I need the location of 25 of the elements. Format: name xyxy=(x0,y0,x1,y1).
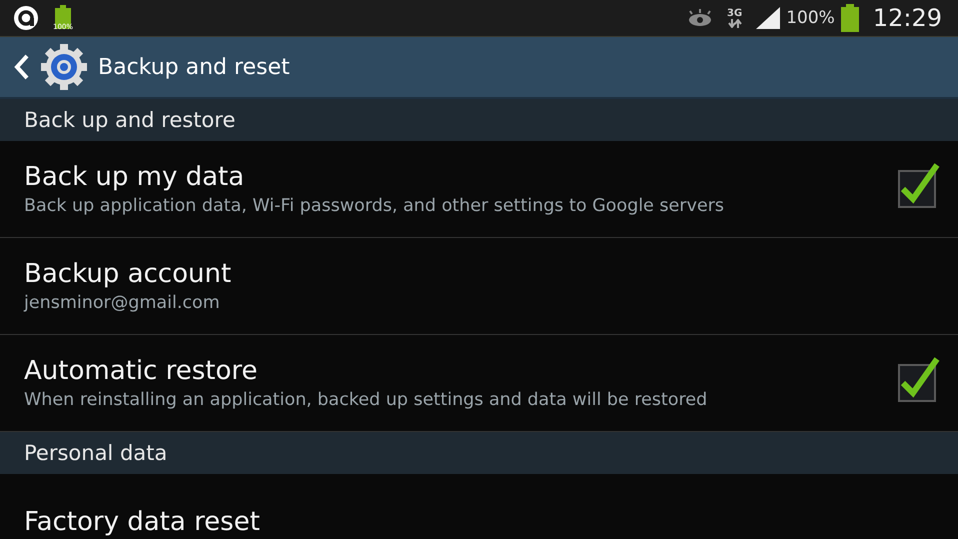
section-header: Personal data xyxy=(0,432,958,474)
gear-icon xyxy=(40,43,88,91)
setting-title: Backup account xyxy=(24,259,232,289)
settings-row[interactable]: Backup account jensminor@gmail.com xyxy=(0,238,958,335)
checkbox[interactable] xyxy=(898,162,940,208)
back-icon[interactable] xyxy=(14,54,30,80)
setting-summary: jensminor@gmail.com xyxy=(24,293,221,313)
eye-icon xyxy=(687,9,714,27)
app-ring-icon xyxy=(14,6,38,30)
settings-row[interactable]: Factory data reset xyxy=(0,474,958,539)
checkbox[interactable] xyxy=(898,356,940,402)
signal-icon xyxy=(756,7,780,29)
clock: 12:29 xyxy=(872,4,942,32)
setting-summary: Back up application data, Wi-Fi passwords, and other settings to Google servers xyxy=(24,196,726,216)
data-arrows-icon xyxy=(728,18,742,28)
battery-icon xyxy=(840,4,859,32)
setting-title: Factory data reset xyxy=(24,507,261,537)
section-header: Back up and restore xyxy=(0,99,958,141)
screen-title: Backup and reset xyxy=(98,54,290,80)
battery-percent: 100% xyxy=(786,8,835,28)
network-type: 3G xyxy=(727,8,742,18)
settings-row[interactable]: Back up my data Back up application data, Wi-Fi passwords, and other settings to Google servers xyxy=(0,141,958,238)
setting-title: Automatic restore xyxy=(24,356,258,386)
setting-title: Back up my data xyxy=(24,162,246,192)
setting-summary: When reinstalling an application, backed up settings and data will be restored xyxy=(24,390,708,410)
